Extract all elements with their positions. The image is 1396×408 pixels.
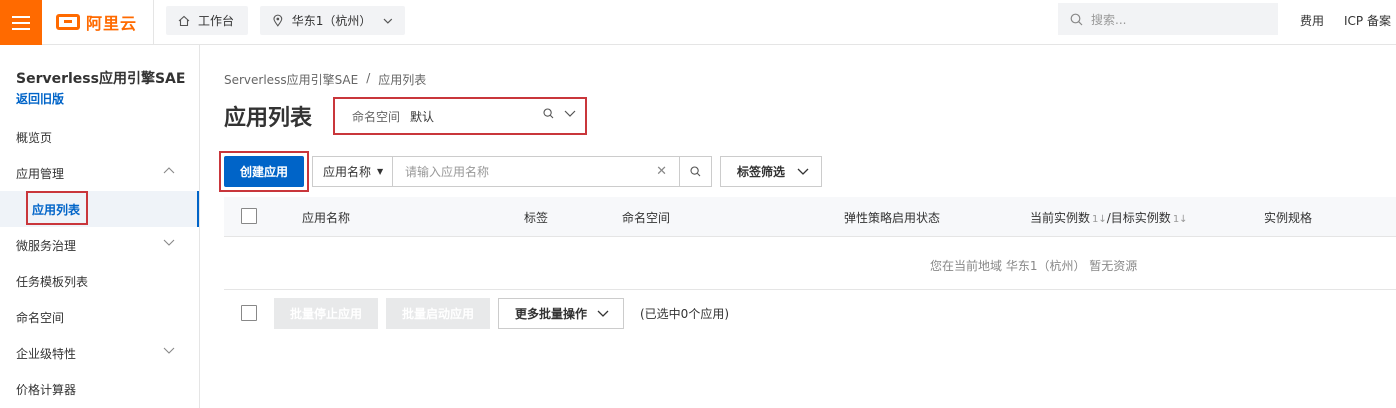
breadcrumb-separator: / <box>366 71 371 85</box>
more-batch-label: 更多批量操作 <box>515 307 588 321</box>
empty-message: 您在当前地域 华东1（杭州） 暂无资源 <box>930 259 1138 273</box>
app-name-input[interactable]: 请输入应用名称 ✕ <box>393 157 679 186</box>
sidebar-item-label: 应用管理 <box>16 166 65 181</box>
workbench-button[interactable]: 工作台 <box>166 6 248 35</box>
breadcrumb-current: 应用列表 <box>378 73 427 87</box>
sidebar-item-label: 价格计算器 <box>16 382 77 397</box>
table-empty-row: 您在当前地域 华东1（杭州） 暂无资源 <box>224 238 1396 290</box>
sidebar-item-label: 企业级特性 <box>16 346 77 361</box>
breadcrumb: Serverless应用引擎SAE / 应用列表 <box>224 71 426 88</box>
chevron-up-icon <box>163 167 175 174</box>
column-namespace: 命名空间 <box>622 211 671 225</box>
sidebar-item-label: 任务模板列表 <box>16 274 89 289</box>
aliyun-logo-icon <box>56 14 80 30</box>
tag-filter-label: 标签筛选 <box>737 165 786 179</box>
sidebar-item-job-templates[interactable]: 任务模板列表 <box>0 263 199 299</box>
table-header: 应用名称 标签 命名空间 弹性策略启用状态 当前实例数 1↓/目标实例数 1↓ 实例… <box>224 197 1396 237</box>
tag-filter-button[interactable]: 标签筛选 <box>720 156 822 187</box>
sidebar-item-label: 概览页 <box>16 130 53 145</box>
search-icon <box>690 166 701 177</box>
batch-select-checkbox[interactable] <box>241 305 257 321</box>
sort-icon[interactable]: 1↓ <box>1173 214 1188 225</box>
home-icon <box>178 15 190 26</box>
chevron-down-icon <box>597 310 609 317</box>
breadcrumb-product[interactable]: Serverless应用引擎SAE <box>224 71 358 88</box>
location-pin-icon <box>273 14 283 27</box>
chevron-down-icon <box>163 347 175 354</box>
topbar-divider <box>153 0 154 45</box>
global-search-input[interactable]: 搜索... <box>1058 3 1278 35</box>
sidebar-item-namespace[interactable]: 命名空间 <box>0 299 199 335</box>
column-tags: 标签 <box>524 211 549 225</box>
column-instance-spec: 实例规格 <box>1264 211 1313 225</box>
selected-count-text: (已选中0个应用) <box>640 307 729 321</box>
filter-key-select[interactable]: 应用名称 ▼ <box>313 157 393 186</box>
icp-link[interactable]: ICP 备案 <box>1344 12 1391 29</box>
billing-link[interactable]: 费用 <box>1300 12 1324 29</box>
product-title: Serverless应用引擎SAE <box>16 71 186 87</box>
top-bar: 阿里云 工作台 华东1（杭州） 搜索... 费用 ICP 备案 <box>0 0 1396 45</box>
back-to-old-version-link[interactable]: 返回旧版 <box>16 90 64 107</box>
caret-down-icon: ▼ <box>377 167 384 176</box>
filter-key-label: 应用名称 <box>323 165 372 179</box>
sidebar: Serverless应用引擎SAE 返回旧版 概览页 应用管理 应用列表 微服务… <box>0 45 200 408</box>
select-all-checkbox[interactable] <box>241 208 257 224</box>
batch-stop-button[interactable]: 批量停止应用 <box>274 298 378 329</box>
create-app-button[interactable]: 创建应用 <box>224 156 304 187</box>
chevron-down-icon <box>163 239 175 246</box>
highlight-box-app-list <box>26 191 88 225</box>
sidebar-item-app-management[interactable]: 应用管理 <box>0 155 199 191</box>
search-placeholder: 搜索... <box>1091 12 1127 27</box>
hamburger-menu-button[interactable] <box>0 0 42 45</box>
search-icon <box>1070 13 1083 25</box>
logo-text: 阿里云 <box>86 14 138 33</box>
more-batch-actions-button[interactable]: 更多批量操作 <box>498 298 624 329</box>
column-app-name: 应用名称 <box>302 211 351 225</box>
sidebar-item-microservice[interactable]: 微服务治理 <box>0 227 199 263</box>
search-button[interactable] <box>679 157 711 186</box>
chevron-down-icon <box>797 168 809 175</box>
sidebar-item-enterprise[interactable]: 企业级特性 <box>0 335 199 371</box>
aliyun-logo[interactable]: 阿里云 <box>56 11 137 33</box>
app-search-group: 应用名称 ▼ 请输入应用名称 ✕ <box>312 156 712 187</box>
page-title: 应用列表 <box>224 106 313 131</box>
batch-start-button[interactable]: 批量启动应用 <box>386 298 490 329</box>
chevron-down-icon <box>383 18 393 24</box>
sidebar-item-price-calculator[interactable]: 价格计算器 <box>0 371 199 407</box>
region-selector[interactable]: 华东1（杭州） <box>260 6 405 35</box>
sort-icon[interactable]: 1↓ <box>1092 214 1107 225</box>
column-instance-count: 当前实例数 1↓/目标实例数 1↓ <box>1030 209 1188 226</box>
column-target-instances[interactable]: /目标实例数 <box>1107 211 1171 225</box>
workbench-label: 工作台 <box>198 14 235 28</box>
column-current-instances[interactable]: 当前实例数 <box>1030 211 1090 225</box>
clear-icon[interactable]: ✕ <box>656 164 667 179</box>
column-scaling-status: 弹性策略启用状态 <box>844 211 941 225</box>
sidebar-item-label: 命名空间 <box>16 310 65 325</box>
sidebar-item-label: 微服务治理 <box>16 238 77 253</box>
sidebar-item-overview[interactable]: 概览页 <box>0 119 199 155</box>
highlight-box-namespace <box>333 97 587 135</box>
region-label: 华东1（杭州） <box>291 14 372 28</box>
app-name-placeholder: 请输入应用名称 <box>405 165 490 179</box>
